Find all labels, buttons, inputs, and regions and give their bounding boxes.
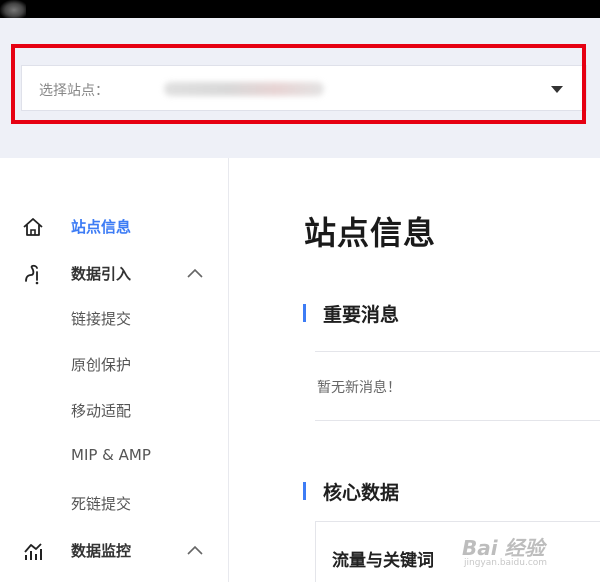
sidebar-subitem-label: 链接提交: [71, 310, 132, 328]
section-accent-bar: [303, 304, 306, 322]
sidebar-item-label: 数据引入: [71, 265, 132, 283]
watermark-url: jingyan.baidu.com: [464, 558, 548, 568]
sidebar-item-site-info[interactable]: 站点信息: [0, 206, 228, 246]
card-title: 流量与关键词: [332, 551, 434, 571]
blurred-logo: [0, 0, 26, 18]
chevron-up-icon[interactable]: [186, 267, 204, 279]
section-accent-bar: [303, 482, 306, 500]
section-title-messages: 重要消息: [323, 304, 400, 326]
message-box: 暂无新消息！: [315, 351, 600, 421]
watermark: Bai 经验 jingyan.baidu.com: [462, 514, 582, 570]
sidebar-subitem-link-submit[interactable]: 链接提交: [0, 301, 228, 335]
sidebar: 站点信息 数据引入 链接提交 原创保护 移动适配 MIP & AMP 死链提交 …: [0, 158, 229, 582]
chart-icon: [24, 543, 42, 560]
data-import-icon: [25, 264, 39, 285]
sidebar-subitem-label: 原创保护: [71, 356, 132, 374]
sidebar-subitem-original-protection[interactable]: 原创保护: [0, 347, 228, 381]
empty-message-text: 暂无新消息！: [317, 380, 401, 396]
sidebar-item-data-monitor[interactable]: 数据监控: [0, 530, 228, 570]
sidebar-subitem-mobile-adapt[interactable]: 移动适配: [0, 393, 228, 427]
sidebar-subitem-mip-amp[interactable]: MIP & AMP: [0, 439, 228, 473]
sidebar-item-data-import[interactable]: 数据引入: [0, 253, 228, 293]
red-highlight-box: [11, 44, 586, 124]
home-icon: [23, 218, 43, 236]
sidebar-subitem-label: MIP & AMP: [71, 446, 151, 464]
sidebar-item-label: 站点信息: [71, 218, 132, 236]
chevron-up-icon[interactable]: [186, 544, 204, 556]
top-bar: [0, 0, 600, 18]
sidebar-subitem-dead-link[interactable]: 死链提交: [0, 486, 228, 520]
sidebar-item-label: 数据监控: [71, 542, 132, 560]
sidebar-subitem-label: 移动适配: [71, 402, 132, 420]
watermark-text: Bai 经验: [462, 536, 545, 560]
section-title-core-data: 核心数据: [323, 482, 400, 504]
sidebar-subitem-label: 死链提交: [71, 495, 132, 513]
page-title: 站点信息: [304, 214, 437, 252]
